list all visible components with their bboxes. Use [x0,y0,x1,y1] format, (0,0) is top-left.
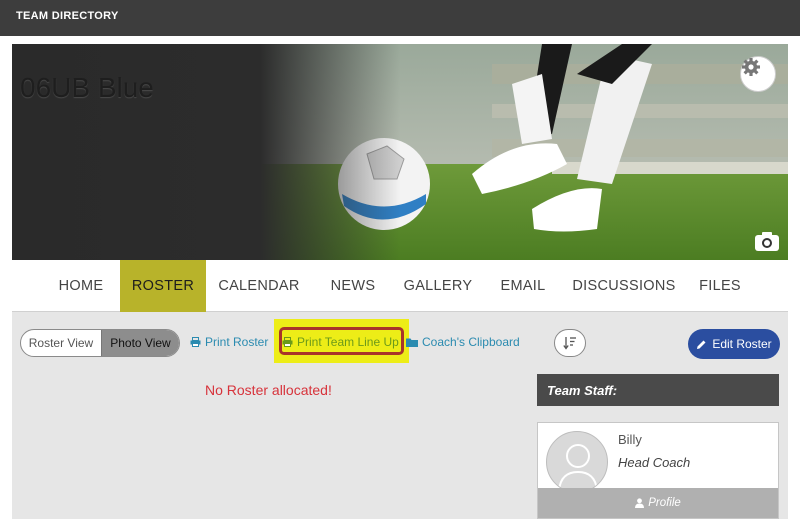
team-banner: 06UB Blue [12,44,788,260]
printer-icon [190,337,201,347]
print-lineup-link[interactable]: Print Team Line Up [282,335,399,349]
team-nav: HOME ROSTER CALENDAR NEWS GALLERY EMAIL … [12,260,788,312]
print-roster-label: Print Roster [205,335,269,349]
sort-icon [563,337,576,350]
tab-discussions[interactable]: DISCUSSIONS [568,260,680,312]
staff-card: Billy Head Coach Profile [537,422,779,519]
camera-icon [755,232,779,251]
team-staff-header: Team Staff: [537,374,779,406]
folder-icon [406,338,418,347]
coaches-clipboard-link[interactable]: Coach's Clipboard [406,335,520,349]
coaches-clipboard-label: Coach's Clipboard [422,335,520,349]
edit-roster-label: Edit Roster [712,337,772,351]
print-roster-link[interactable]: Print Roster [190,335,268,349]
tab-calendar[interactable]: CALENDAR [210,260,308,312]
sort-button[interactable] [554,329,586,357]
tab-files[interactable]: FILES [692,260,748,312]
pencil-icon [697,340,706,349]
top-bar: TEAM DIRECTORY [0,0,800,36]
staff-profile-button[interactable]: Profile [538,488,778,518]
tab-home[interactable]: HOME [44,260,118,312]
change-photo-button[interactable] [754,230,780,252]
roster-view-button[interactable]: Roster View [21,330,101,356]
settings-button[interactable] [740,56,776,92]
printer-icon [282,337,293,347]
photo-view-button[interactable]: Photo View [100,330,179,356]
empty-roster-message: No Roster allocated! [205,382,332,398]
tab-roster[interactable]: ROSTER [120,260,206,312]
user-icon [635,498,645,508]
avatar [546,431,608,493]
view-toggle: Roster View Photo View [20,329,180,357]
user-placeholder-icon [558,444,598,491]
tab-news[interactable]: NEWS [320,260,386,312]
staff-name: Billy [618,432,642,447]
page-title: TEAM DIRECTORY [16,10,119,22]
team-name: 06UB Blue [20,72,154,103]
edit-roster-button[interactable]: Edit Roster [688,329,780,359]
profile-label: Profile [648,497,681,509]
tab-gallery[interactable]: GALLERY [396,260,480,312]
staff-role: Head Coach [618,455,691,470]
tab-email[interactable]: EMAIL [490,260,556,312]
gear-icon [742,58,760,76]
roster-content: Roster View Photo View Print Roster Prin… [12,312,788,519]
print-lineup-label: Print Team Line Up [297,335,399,349]
